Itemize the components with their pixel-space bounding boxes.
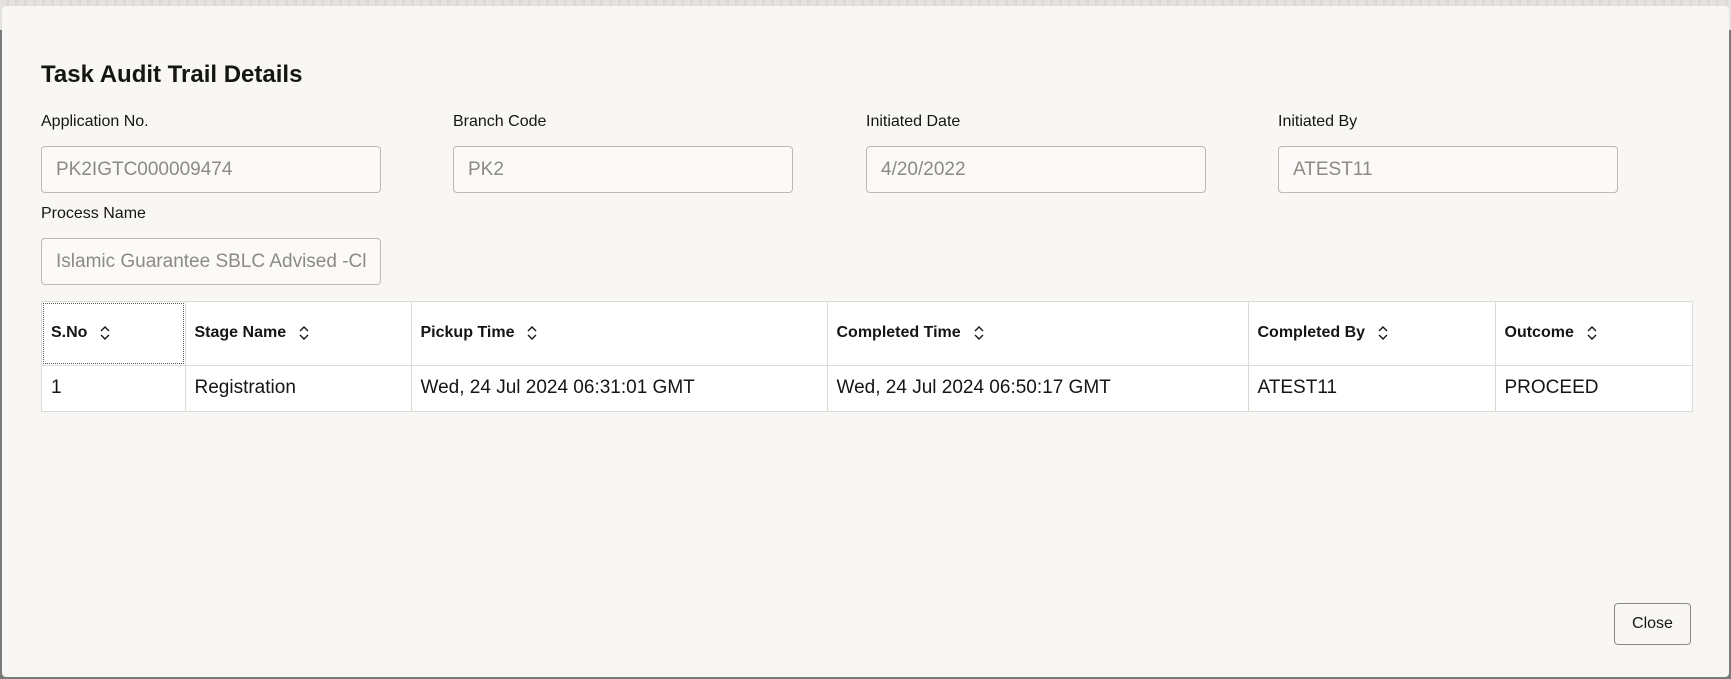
- cell-outcome: PROCEED: [1494, 365, 1692, 411]
- sort-up-down-icon[interactable]: [1586, 325, 1598, 341]
- initiated-date-label: Initiated Date: [866, 113, 961, 130]
- column-header-outcome[interactable]: Outcome: [1494, 302, 1692, 366]
- branch-code-label: Branch Code: [453, 113, 547, 130]
- sort-up-down-icon[interactable]: [526, 325, 538, 341]
- cell-sno: 1: [51, 377, 62, 399]
- process-name-field[interactable]: [41, 238, 381, 285]
- branch-code-field[interactable]: [453, 146, 793, 193]
- task-audit-trail-dialog: Task Audit Trail Details Application No.…: [2, 6, 1729, 677]
- sort-up-down-icon[interactable]: [973, 325, 985, 341]
- column-header-stage-name[interactable]: Stage Name: [184, 302, 411, 366]
- cell-pickup-time: Wed, 24 Jul 2024 06:31:01 GMT: [410, 365, 827, 411]
- audit-trail-table: S.No Stage Name Pickup Time Completed Ti…: [41, 301, 1693, 412]
- initiated-by-label: Initiated By: [1278, 113, 1358, 130]
- dialog-title: Task Audit Trail Details: [41, 61, 303, 88]
- application-no-field[interactable]: [41, 146, 381, 193]
- initiated-by-field[interactable]: [1278, 146, 1618, 193]
- cell-completed-by: ATEST11: [1247, 365, 1495, 411]
- process-name-label: Process Name: [41, 205, 146, 222]
- application-no-label: Application No.: [41, 113, 149, 130]
- cell-stage-name: Registration: [184, 365, 411, 411]
- table-row[interactable]: 1 Registration Wed, 24 Jul 2024 06:31:01…: [42, 365, 1692, 411]
- column-header-pickup-time[interactable]: Pickup Time: [410, 302, 827, 366]
- column-header-completed-time[interactable]: Completed Time: [826, 302, 1248, 366]
- sort-up-down-icon[interactable]: [298, 325, 310, 341]
- table-header-row: S.No Stage Name Pickup Time Completed Ti…: [42, 302, 1692, 366]
- sort-up-down-icon[interactable]: [99, 325, 111, 341]
- column-header-completed-by[interactable]: Completed By: [1247, 302, 1495, 366]
- close-button[interactable]: Close: [1614, 603, 1691, 645]
- initiated-date-field[interactable]: [866, 146, 1206, 193]
- cell-completed-time: Wed, 24 Jul 2024 06:50:17 GMT: [826, 365, 1248, 411]
- column-header-sno[interactable]: S.No: [42, 302, 185, 366]
- sort-up-down-icon[interactable]: [1377, 325, 1389, 341]
